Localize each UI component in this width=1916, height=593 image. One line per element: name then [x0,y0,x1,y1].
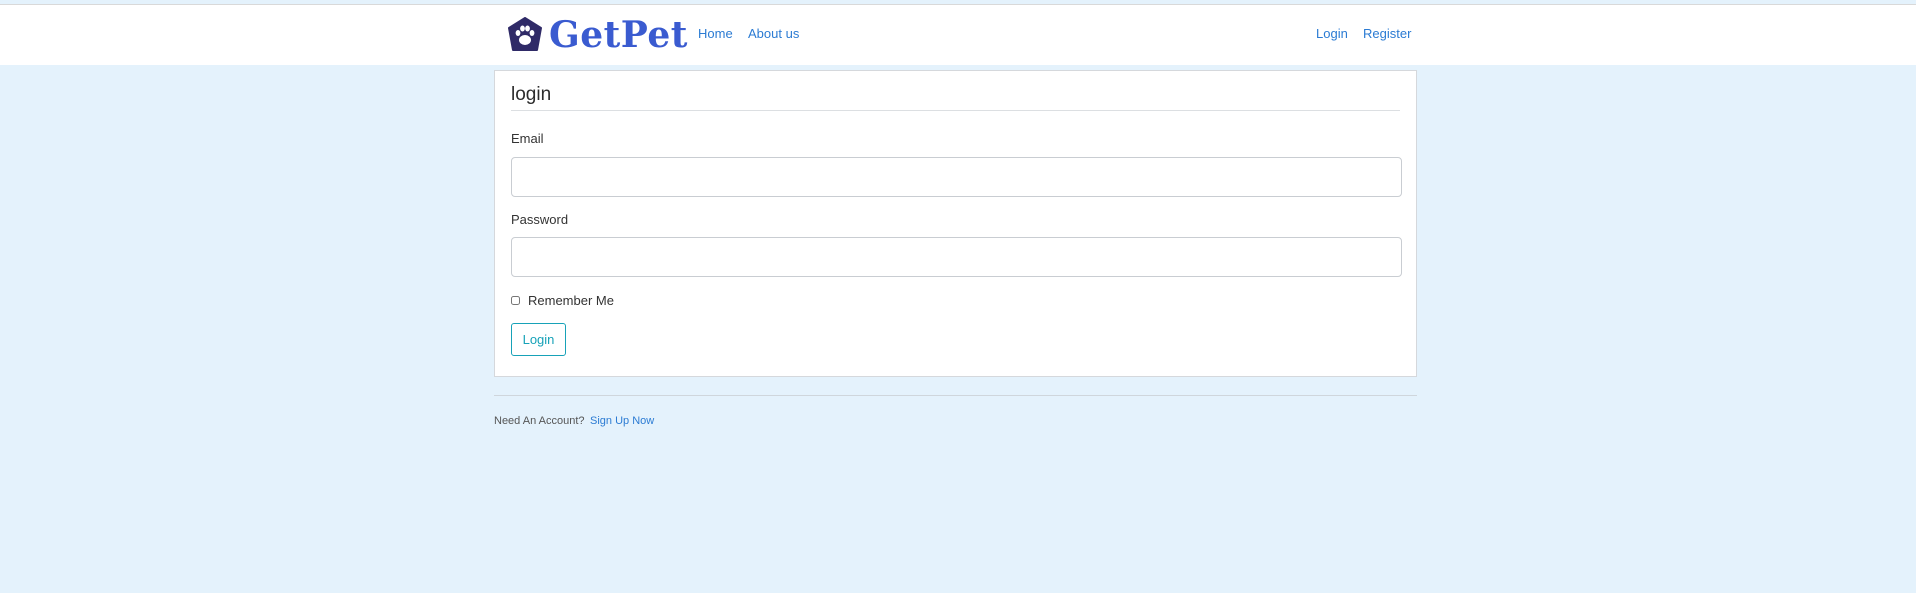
login-card: login Email Password Remember Me Login [494,70,1417,377]
remember-me-checkbox[interactable] [511,296,520,305]
nav-home-link[interactable]: Home [698,25,733,43]
page-title: login [511,84,552,105]
password-label: Password [511,212,569,227]
login-button[interactable]: Login [511,323,566,356]
password-field[interactable] [511,237,1402,277]
nav-register-link[interactable]: Register [1363,25,1411,43]
navbar-container: GetPet Home About us Login Register [505,5,1412,65]
need-account-text: Need An Account? [494,415,585,427]
navbar: GetPet Home About us Login Register [0,5,1916,65]
brand-logo-link[interactable]: GetPet [507,15,688,55]
email-label: Email [511,131,544,146]
brand-name: GetPet [549,14,688,56]
sign-up-link[interactable]: Sign Up Now [590,414,654,428]
nav-about-link[interactable]: About us [748,25,799,43]
email-field[interactable] [511,157,1402,197]
remember-me-label: Remember Me [528,293,614,308]
paw-icon [508,17,542,51]
nav-login-link[interactable]: Login [1316,25,1348,43]
footer-divider [494,395,1417,396]
title-divider [511,110,1400,111]
